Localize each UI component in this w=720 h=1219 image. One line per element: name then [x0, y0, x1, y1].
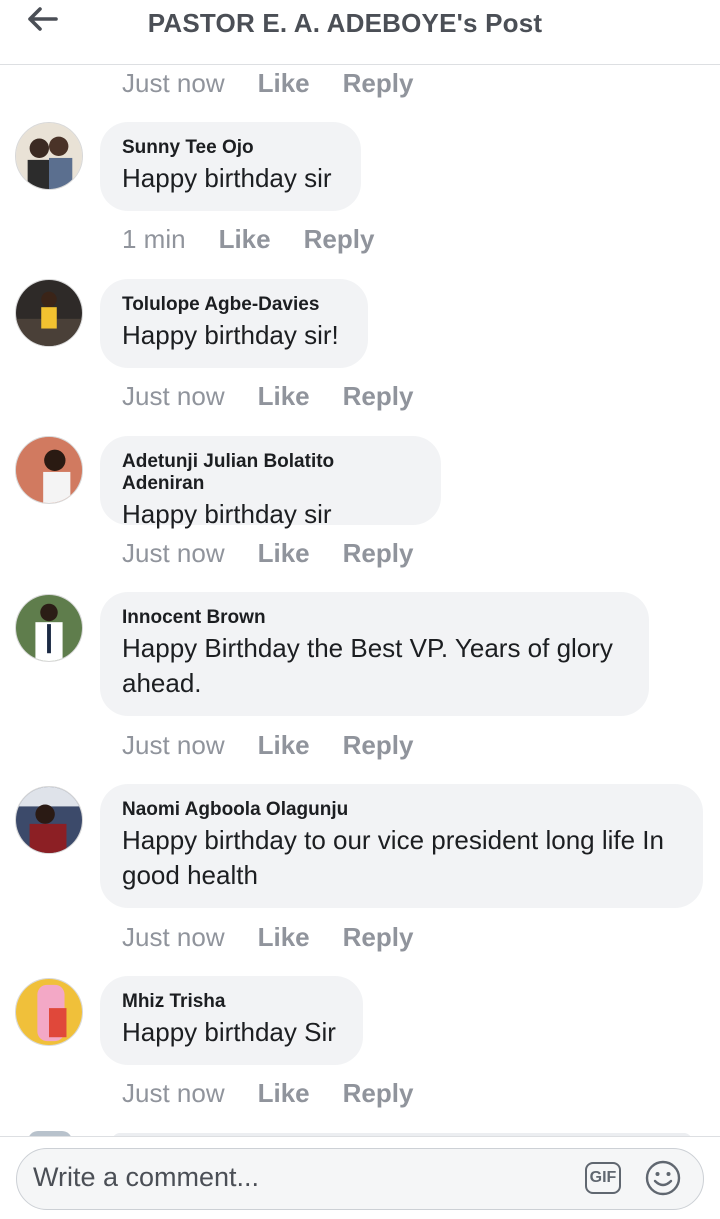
comment-author[interactable]: Sunny Tee Ojo	[122, 137, 339, 159]
like-button[interactable]: Like	[258, 68, 310, 99]
like-button[interactable]: Like	[258, 730, 310, 761]
comment-actions: Just now Like Reply	[122, 379, 446, 413]
timestamp: 1 min	[122, 223, 186, 254]
like-button[interactable]: Like	[258, 1078, 310, 1109]
avatar[interactable]	[15, 594, 83, 662]
avatar[interactable]	[15, 978, 83, 1046]
timestamp: Just now	[122, 921, 225, 952]
like-button[interactable]: Like	[219, 224, 271, 255]
reply-button[interactable]: Reply	[343, 538, 414, 569]
comment-bubble[interactable]: Tolulope Agbe-Davies Happy birthday sir!	[100, 279, 368, 368]
avatar[interactable]	[15, 436, 83, 504]
comment-bubble[interactable]: Adetunji Julian Bolatito Adeniran Happy …	[100, 436, 441, 529]
avatar[interactable]	[15, 122, 83, 190]
reply-button[interactable]: Reply	[343, 1078, 414, 1109]
comment-author[interactable]: Mhiz Trisha	[122, 991, 341, 1013]
comment-author[interactable]: Adetunji Julian Bolatito Adeniran	[122, 451, 419, 495]
page-title: PASTOR E. A. ADEBOYE's Post	[147, 8, 543, 38]
reply-button[interactable]: Reply	[343, 922, 414, 953]
reply-button[interactable]: Reply	[343, 68, 414, 99]
comment-actions: Just now Like Reply	[122, 536, 446, 570]
emoji-icon[interactable]	[645, 1160, 681, 1196]
comment-text: Happy birthday sir	[122, 163, 332, 193]
like-button[interactable]: Like	[258, 381, 310, 412]
comment-text: Happy birthday sir	[122, 499, 332, 529]
timestamp: Just now	[122, 380, 225, 411]
comment-author[interactable]: Innocent Brown	[122, 607, 627, 629]
comment-placeholder: Write a comment...	[33, 1162, 260, 1192]
comment-bubble[interactable]: Naomi Agboola Olagunju Happy birthday to…	[100, 784, 703, 908]
avatar[interactable]	[15, 786, 83, 854]
comment-input[interactable]: Write a comment... GIF	[16, 1148, 704, 1210]
timestamp: Just now	[122, 537, 225, 568]
timestamp: Just now	[122, 729, 225, 760]
comment-bubble[interactable]: Sunny Tee Ojo Happy birthday sir	[100, 122, 361, 211]
avatar[interactable]	[15, 279, 83, 347]
comment-actions: 1 min Like Reply	[122, 222, 407, 256]
comment-text: Happy Birthday the Best VP. Years of glo…	[122, 633, 613, 698]
comment-author[interactable]: Naomi Agboola Olagunju	[122, 799, 681, 821]
comment-actions: Just now Like Reply	[122, 66, 446, 100]
comment-bubble[interactable]: Mhiz Trisha Happy birthday Sir	[100, 976, 363, 1065]
timestamp: Just now	[122, 1077, 225, 1108]
reply-button[interactable]: Reply	[304, 224, 375, 255]
comment-actions: Just now Like Reply	[122, 1076, 446, 1110]
gif-icon[interactable]: GIF	[585, 1162, 621, 1194]
comment-composer: Write a comment... GIF	[0, 1136, 720, 1219]
like-button[interactable]: Like	[258, 538, 310, 569]
comment-author[interactable]: Tolulope Agbe-Davies	[122, 294, 346, 316]
reply-button[interactable]: Reply	[343, 381, 414, 412]
like-button[interactable]: Like	[258, 922, 310, 953]
comment-text: Happy birthday Sir	[122, 1017, 336, 1047]
comment-bubble[interactable]: Innocent Brown Happy Birthday the Best V…	[100, 592, 649, 716]
comment-text: Happy birthday sir!	[122, 320, 339, 350]
comment-text: Happy birthday to our vice president lon…	[122, 825, 664, 890]
timestamp: Just now	[122, 67, 225, 98]
comment-actions: Just now Like Reply	[122, 728, 446, 762]
comment-actions: Just now Like Reply	[122, 920, 446, 954]
header-bar: PASTOR E. A. ADEBOYE's Post	[0, 0, 720, 65]
reply-button[interactable]: Reply	[343, 730, 414, 761]
